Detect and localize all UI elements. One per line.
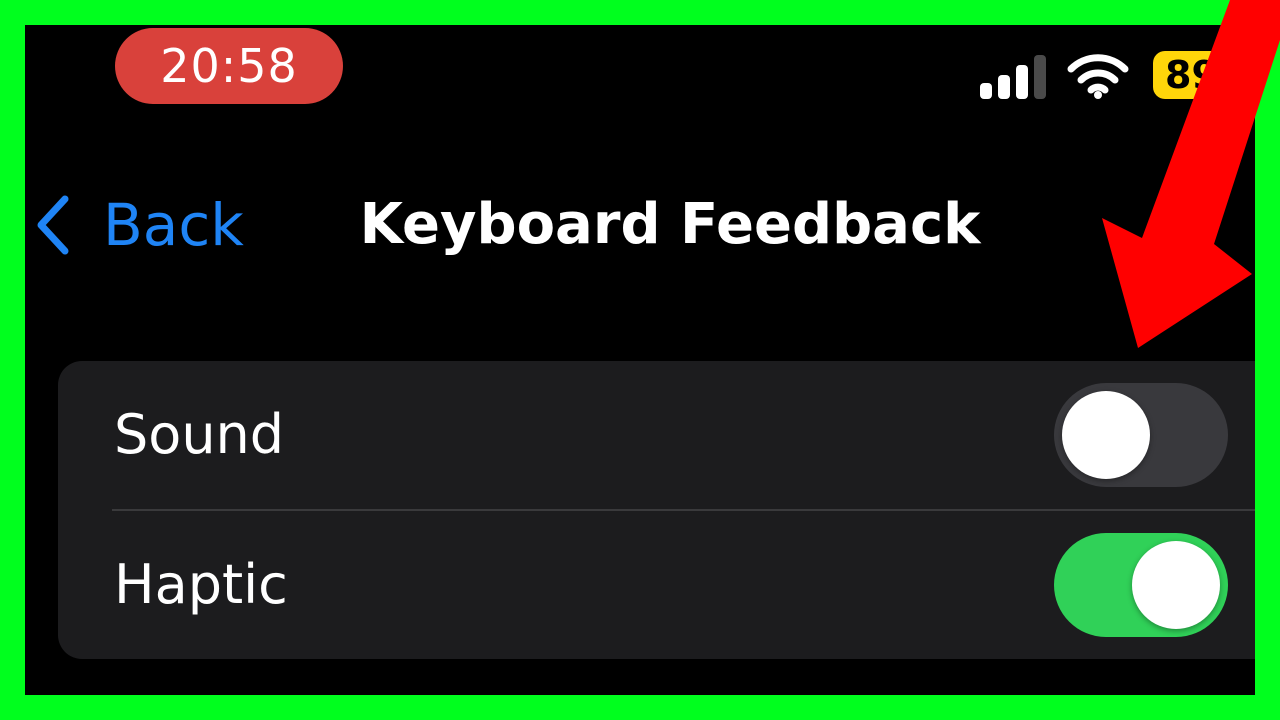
- haptic-label: Haptic: [114, 553, 288, 616]
- settings-group: Sound Haptic: [58, 361, 1255, 659]
- setting-row-sound: Sound: [58, 361, 1255, 509]
- chevron-left-icon: [37, 195, 69, 255]
- back-button[interactable]: Back: [33, 185, 244, 265]
- sound-label: Sound: [114, 403, 285, 466]
- back-label: Back: [103, 191, 244, 259]
- wifi-icon: [1067, 54, 1129, 99]
- setting-row-haptic: Haptic: [58, 511, 1255, 659]
- phone-screen: 20:58 89 Back Keyboard Feedback Sound Ha…: [25, 25, 1255, 695]
- battery-indicator: 89: [1153, 51, 1255, 99]
- sound-toggle[interactable]: [1054, 383, 1228, 487]
- green-border-frame: 20:58 89 Back Keyboard Feedback Sound Ha…: [0, 0, 1280, 720]
- status-time: 20:58: [115, 28, 343, 104]
- toggle-knob: [1062, 391, 1150, 479]
- page-title: Keyboard Feedback: [359, 192, 981, 257]
- haptic-toggle[interactable]: [1054, 533, 1228, 637]
- toggle-knob: [1132, 541, 1220, 629]
- cellular-signal-icon: [980, 55, 1046, 99]
